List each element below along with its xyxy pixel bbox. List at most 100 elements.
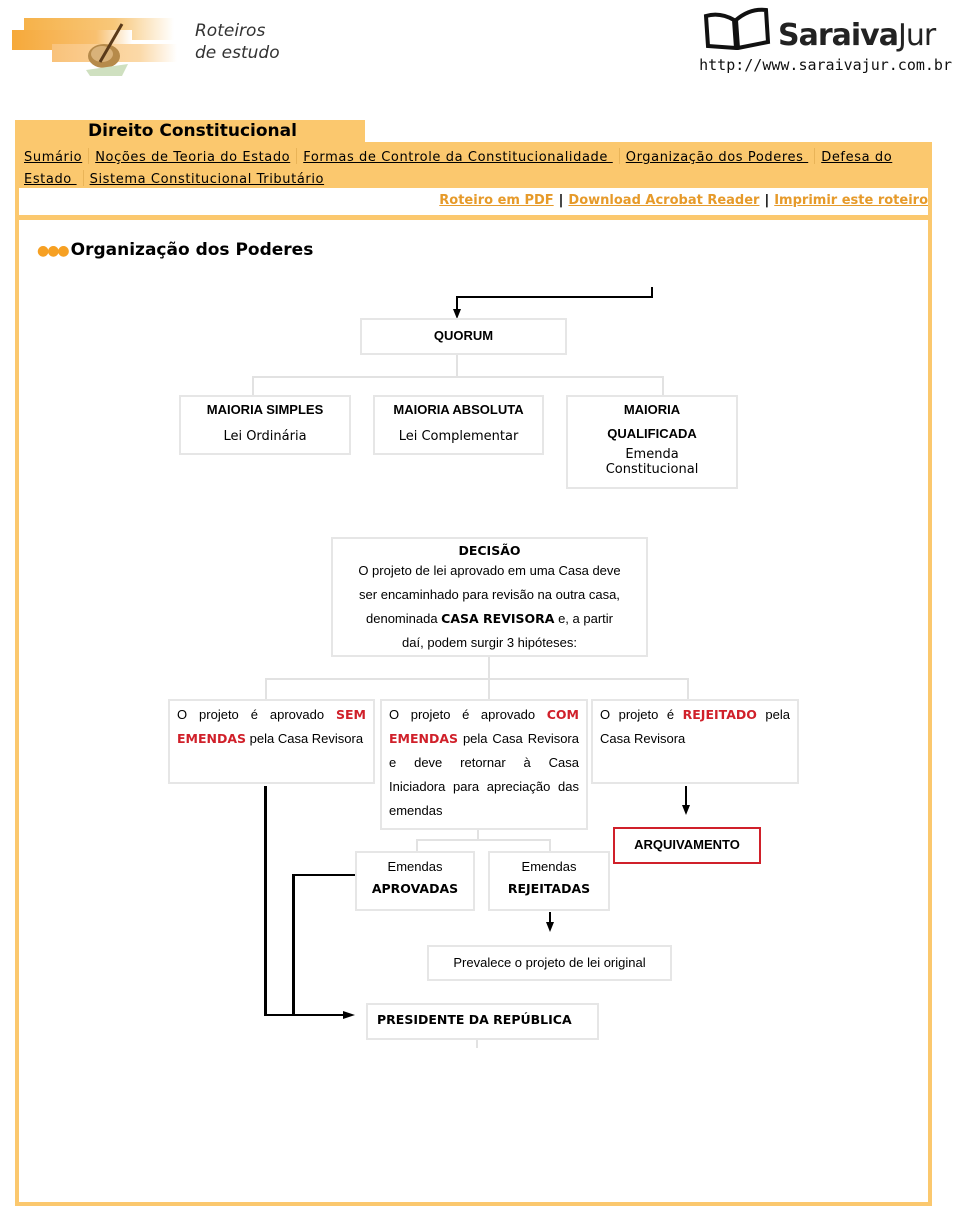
maioria-absoluta-box: MAIORIA ABSOLUTA Lei Complementar: [373, 395, 544, 455]
box-title: MAIORIA: [623, 402, 681, 417]
connector-line: [662, 376, 664, 396]
arquivamento-label: ARQUIVAMENTO: [634, 837, 740, 852]
maioria-simples-box: MAIORIA SIMPLES Lei Ordinária: [179, 395, 351, 455]
quorum-label: QUORUM: [433, 328, 494, 343]
course-title: Direito Constitucional: [88, 121, 297, 141]
nav-line: Sumário Noções de Teoria do Estado Formas …: [24, 148, 892, 165]
connector-line: [416, 839, 551, 841]
pdf-link[interactable]: Roteiro em PDF: [439, 193, 553, 208]
nav-link-formas-controle[interactable]: Formas de Controle da Constitucionalidad…: [303, 150, 613, 165]
section-title: ●●● Organização dos Poderes: [37, 240, 313, 260]
logo-text: Roteiros de estudo: [195, 20, 280, 64]
brand-name: SaraivaJur: [778, 18, 936, 53]
saraivajur-logo[interactable]: SaraivaJur http://www.saraivajur.com.br: [690, 4, 952, 76]
rejeitado-term: REJEITADO: [682, 707, 757, 722]
quorum-box: QUORUM: [360, 318, 567, 355]
nav-link-defesa-estado-cont[interactable]: Estado: [24, 172, 77, 187]
logo-text-line: Roteiros: [195, 21, 266, 41]
nav-link-nocoes[interactable]: Noções de Teoria do Estado: [95, 150, 290, 165]
print-link[interactable]: Imprimir este roteiro: [774, 193, 928, 208]
connector-line: [264, 1014, 344, 1016]
logo-text-line: de estudo: [195, 43, 280, 63]
separator: |: [558, 193, 564, 208]
nav-link-defesa-estado[interactable]: Defesa do: [821, 150, 892, 165]
box-title: MAIORIA ABSOLUTA: [393, 402, 524, 417]
box-subtitle: Emenda: [625, 447, 679, 462]
nav-separator: [88, 148, 90, 164]
box-title: APROVADAS: [371, 881, 459, 896]
nav-separator: [82, 170, 84, 186]
text: denominada: [366, 611, 442, 626]
sem-emendas-box: O projeto é aprovado SEM EMENDAS pela Ca…: [168, 699, 375, 784]
connector-line: [549, 839, 551, 851]
connector-line: [456, 296, 458, 310]
decisao-box: DECISÃO O projeto de lei aprovado em uma…: [331, 537, 648, 657]
nav-separator: [814, 148, 816, 164]
nav-link-sumario[interactable]: Sumário: [24, 150, 82, 165]
arrow-right-icon: [343, 1011, 355, 1019]
connector-line: [292, 874, 355, 876]
casa-revisora-term: CASA REVISORA: [441, 611, 555, 626]
box-subtitle: Constitucional: [605, 462, 699, 477]
logo-graphic: [12, 18, 177, 76]
brand-name-bold: Saraiva: [778, 18, 899, 53]
com-emendas-box: O projeto é aprovado COM EMENDAS pela Ca…: [380, 699, 588, 830]
text: pela Casa Revisora: [246, 731, 364, 746]
quill-pen-icon: [86, 23, 128, 76]
actions-bar: Roteiro em PDF | Download Acrobat Reader | I…: [15, 188, 932, 220]
box-subtitle: Lei Complementar: [398, 429, 519, 444]
decisao-text-line: daí, podem surgir 3 hipóteses:: [402, 635, 577, 650]
nav-separator: [618, 148, 620, 164]
section-title-text: Organização dos Poderes: [70, 240, 314, 260]
decisao-text-line: O projeto de lei aprovado em uma Casa de…: [358, 563, 621, 578]
connector-line: [488, 657, 490, 679]
text: O projeto é: [600, 707, 683, 722]
decisao-text-line: denominada CASA REVISORA e, a partir: [333, 607, 646, 631]
connector-line: [416, 839, 418, 851]
rejeitado-text: O projeto é REJEITADO pela Casa Revisora: [593, 701, 797, 753]
actions-bar-inner: Roteiro em PDF | Download Acrobat Reader | I…: [19, 188, 928, 215]
prevalece-label: Prevalece o projeto de lei original: [453, 955, 646, 970]
connector-line: [265, 678, 689, 680]
acrobat-link[interactable]: Download Acrobat Reader: [568, 193, 759, 208]
connector-line: [292, 874, 295, 1016]
connector-line: [456, 296, 653, 298]
box-text: Emendas: [387, 859, 443, 874]
emendas-rejeitadas-box: Emendas REJEITADAS: [488, 851, 610, 911]
connector-line: [252, 376, 254, 396]
connector-line: [687, 678, 689, 700]
box-title: QUALIFICADA: [607, 426, 697, 441]
box-title: DECISÃO: [458, 543, 521, 558]
connector-line: [456, 355, 458, 377]
nav-line: Estado Sistema Constitucional Tributário: [24, 170, 324, 187]
emendas-aprovadas-box: Emendas APROVADAS: [355, 851, 475, 911]
connector-line: [264, 786, 267, 1016]
connector-line: [685, 786, 687, 806]
maioria-qualificada-box: MAIORIA QUALIFICADA Emenda Constituciona…: [566, 395, 738, 489]
box-text: Emendas: [521, 859, 577, 874]
arquivamento-box: ARQUIVAMENTO: [613, 827, 761, 864]
separator: |: [764, 193, 770, 208]
text: O projeto é aprovado: [177, 707, 337, 722]
box-title: MAIORIA SIMPLES: [206, 402, 324, 417]
text: e, a partir: [554, 611, 613, 626]
arrow-down-icon: [546, 922, 554, 932]
box-subtitle: Lei Ordinária: [223, 429, 307, 444]
bullet-dots-icon: ●●●: [37, 243, 70, 259]
prevalece-box: Prevalece o projeto de lei original: [427, 945, 672, 981]
course-title-tab: Direito Constitucional: [15, 120, 365, 142]
text: O projeto é aprovado: [389, 707, 547, 722]
presidente-box: PRESIDENTE DA REPÚBLICA: [366, 1003, 599, 1040]
presidente-label: PRESIDENTE DA REPÚBLICA: [377, 1012, 572, 1027]
connector-line: [252, 376, 664, 378]
nav-link-organizacao-poderes[interactable]: Organização dos Poderes: [626, 150, 808, 165]
open-book-icon: [703, 7, 771, 50]
arrow-down-icon: [682, 805, 690, 815]
connector-line: [476, 1040, 478, 1048]
nav-link-sistema-tributario[interactable]: Sistema Constitucional Tributário: [90, 172, 325, 187]
decisao-text-line: ser encaminhado para revisão na outra ca…: [359, 587, 620, 602]
rejeitado-box: O projeto é REJEITADO pela Casa Revisora: [591, 699, 799, 784]
connector-line: [265, 678, 267, 700]
brand-url[interactable]: http://www.saraivajur.com.br: [699, 56, 952, 74]
sem-emendas-text: O projeto é aprovado SEM EMENDAS pela Ca…: [170, 701, 373, 753]
